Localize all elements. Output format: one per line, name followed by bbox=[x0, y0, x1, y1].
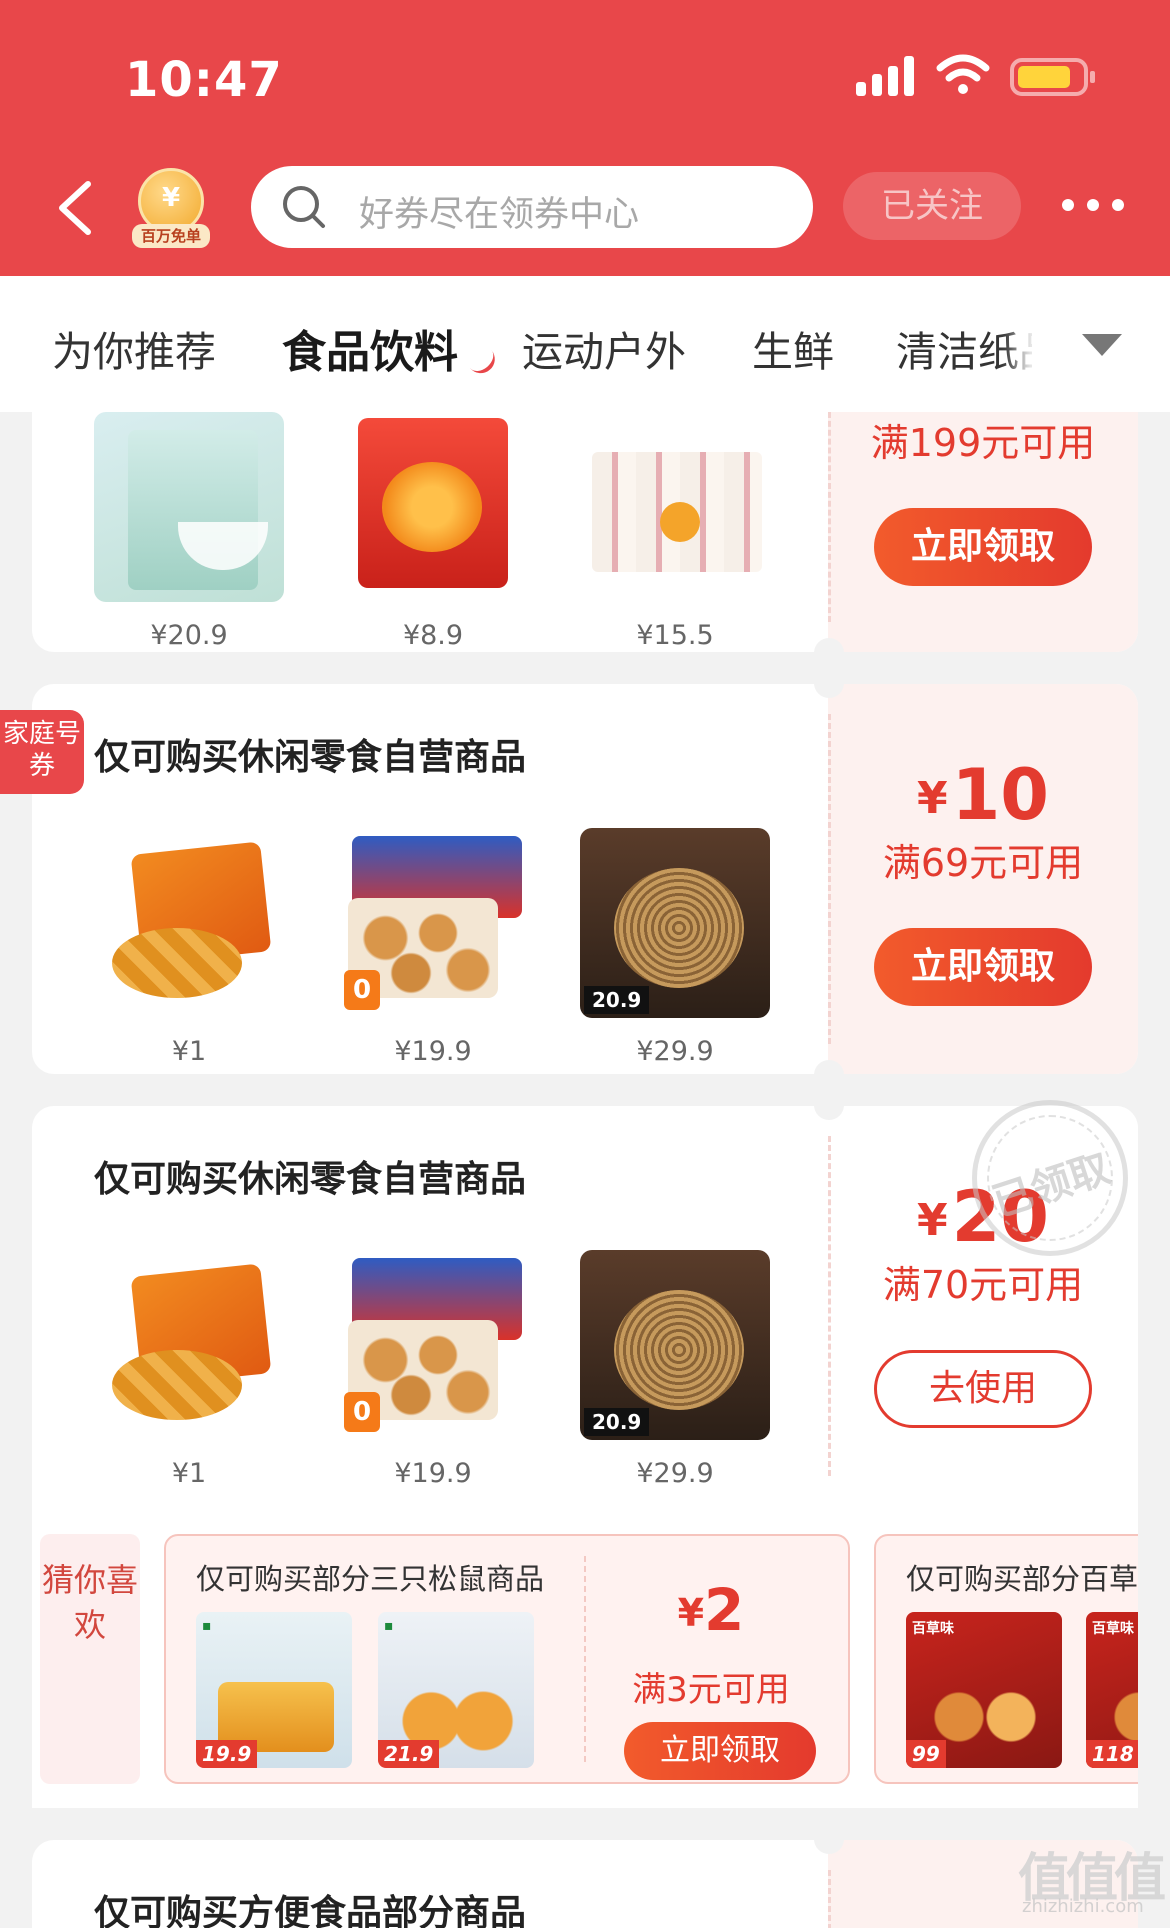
expand-tabs-arrow-icon[interactable] bbox=[1082, 334, 1122, 356]
search-placeholder: 好券尽在领券中心 bbox=[359, 195, 640, 235]
product-price: ¥19.9 bbox=[394, 1458, 472, 1489]
use-button[interactable]: 去使用 bbox=[874, 1350, 1092, 1428]
product-item[interactable]: ¥15.5 bbox=[580, 412, 770, 651]
coupon-condition: 满3元可用 bbox=[632, 1670, 790, 1710]
product-item[interactable]: ¥1 bbox=[94, 1250, 284, 1489]
coupon-amount: ¥2 bbox=[677, 1576, 745, 1644]
cellular-signal-icon bbox=[856, 56, 914, 96]
mini-coupon-title: 仅可购买部分三只松鼠商品 bbox=[196, 1562, 545, 1596]
family-coupon-tag: 家庭号券 bbox=[0, 710, 84, 794]
currency-symbol: ¥ bbox=[916, 1195, 948, 1246]
claim-button[interactable]: 立即领取 bbox=[874, 508, 1092, 586]
brand-mark: 百草味 bbox=[1092, 1621, 1134, 1637]
brand-mark: ▪ bbox=[202, 1618, 212, 1634]
follow-button[interactable]: 已关注 bbox=[843, 172, 1021, 240]
coupon-title: 仅可购买方便食品部分商品 bbox=[94, 1893, 527, 1928]
free-order-badge[interactable]: 百万免单 bbox=[132, 168, 210, 248]
product-price: ¥8.9 bbox=[402, 620, 464, 651]
product-image[interactable]: 百草味 99 bbox=[906, 1612, 1062, 1768]
product-image: 0 bbox=[338, 828, 528, 1018]
coupon-condition: 满69元可用 bbox=[882, 841, 1084, 885]
product-price: ¥1 bbox=[171, 1036, 207, 1067]
free-order-label: 百万免单 bbox=[132, 224, 210, 248]
top-header: 10:47 百万免单 好券尽在领券中心 已关注 bbox=[0, 0, 1170, 276]
product-image bbox=[580, 412, 770, 602]
product-image bbox=[94, 828, 284, 1018]
guess-you-like-label: 猜你喜欢 bbox=[40, 1534, 140, 1784]
product-price: ¥1 bbox=[171, 1458, 207, 1489]
search-input[interactable]: 好券尽在领券中心 bbox=[251, 166, 813, 248]
coupon-condition: 满70元可用 bbox=[882, 1263, 1084, 1307]
claim-button[interactable]: 立即领取 bbox=[624, 1722, 816, 1780]
wifi-icon bbox=[936, 54, 990, 94]
product-item[interactable]: ¥29.9 bbox=[580, 828, 770, 1067]
tab-sports-outdoor[interactable]: 运动户外 bbox=[522, 318, 686, 378]
coupon-card: 仅可购买方便食品部分商品 bbox=[32, 1840, 1138, 1928]
product-image[interactable]: ▪ 21.9 bbox=[378, 1612, 534, 1768]
coupon-card: 仅可购买休闲零食自营商品 ¥10 满69元可用 立即领取 ¥1 0 ¥19.9 … bbox=[32, 684, 1138, 1074]
price-tag: 19.9 bbox=[196, 1740, 258, 1768]
product-price: ¥15.5 bbox=[636, 620, 714, 651]
product-item[interactable]: 0 ¥19.9 bbox=[338, 828, 528, 1067]
coupon-title: 仅可购买休闲零食自营商品 bbox=[94, 1159, 527, 1200]
tab-fresh[interactable]: 生鲜 bbox=[752, 318, 834, 378]
product-image bbox=[94, 1250, 284, 1440]
currency-symbol: ¥ bbox=[916, 773, 948, 824]
product-item[interactable]: ¥1 bbox=[94, 828, 284, 1067]
product-item[interactable]: 0 ¥19.9 bbox=[338, 1250, 528, 1489]
product-image[interactable]: ▪ 19.9 bbox=[196, 1612, 352, 1768]
product-item[interactable]: ¥29.9 bbox=[580, 1250, 770, 1489]
product-price: ¥20.9 bbox=[150, 620, 228, 651]
price-tag: 99 bbox=[906, 1740, 946, 1768]
product-item[interactable]: ¥20.9 bbox=[94, 412, 284, 651]
more-icon[interactable] bbox=[1062, 199, 1124, 213]
product-price: ¥29.9 bbox=[636, 1458, 714, 1489]
claim-button[interactable]: 立即领取 bbox=[874, 928, 1092, 1006]
product-image bbox=[94, 412, 284, 602]
search-icon bbox=[283, 186, 325, 228]
mini-coupon[interactable]: 仅可购买部分百草味商品 百草味 99 百草味 118 bbox=[874, 1534, 1138, 1784]
promo-zero-badge: 0 bbox=[344, 970, 380, 1010]
brand-mark: 百草味 bbox=[912, 1621, 954, 1637]
product-image[interactable]: 百草味 118 bbox=[1086, 1612, 1138, 1768]
battery-icon bbox=[1010, 58, 1095, 96]
product-price: ¥29.9 bbox=[636, 1036, 714, 1067]
coupon-card: 满199元可用 立即领取 ¥20.9 ¥8.9 ¥15.5 bbox=[32, 412, 1138, 652]
category-tabs: 为你推荐 食品饮料 运动户外 生鲜 清洁纸品 bbox=[0, 276, 1170, 412]
back-arrow-icon[interactable] bbox=[50, 178, 100, 238]
product-image bbox=[338, 412, 528, 602]
status-time: 10:47 bbox=[125, 52, 283, 108]
amount-value: 10 bbox=[951, 754, 1050, 836]
active-tab-indicator bbox=[467, 347, 501, 379]
product-price: ¥19.9 bbox=[394, 1036, 472, 1067]
coupon-condition: 满199元可用 bbox=[870, 421, 1096, 465]
mini-coupon-title: 仅可购买部分百草味商品 bbox=[906, 1562, 1138, 1596]
product-item[interactable]: ¥8.9 bbox=[338, 412, 528, 651]
brand-mark: ▪ bbox=[384, 1618, 394, 1634]
mini-coupon[interactable]: 仅可购买部分三只松鼠商品 ▪ 19.9 ▪ 21.9 ¥2 满3元可用 立即领取 bbox=[164, 1534, 850, 1784]
perforation-line bbox=[584, 1556, 586, 1762]
guess-you-like-strip: 猜你喜欢 仅可购买部分三只松鼠商品 ▪ 19.9 ▪ 21.9 ¥2 满3元可用… bbox=[32, 1500, 1138, 1808]
tab-recommend[interactable]: 为你推荐 bbox=[52, 318, 216, 378]
product-image bbox=[580, 1250, 770, 1440]
perforation-line bbox=[828, 1870, 831, 1928]
product-image bbox=[580, 828, 770, 1018]
tab-food-drink[interactable]: 食品饮料 bbox=[282, 316, 458, 380]
claimed-stamp-icon: 已领取 bbox=[972, 1100, 1128, 1256]
price-tag: 21.9 bbox=[378, 1740, 440, 1768]
product-image: 0 bbox=[338, 1250, 528, 1440]
price-tag: 118 bbox=[1086, 1740, 1138, 1768]
coupon-title: 仅可购买休闲零食自营商品 bbox=[94, 737, 527, 778]
promo-zero-badge: 0 bbox=[344, 1392, 380, 1432]
watermark-url: zhizhizhi.com bbox=[1022, 1896, 1144, 1917]
coupon-amount: ¥10 bbox=[828, 754, 1138, 836]
